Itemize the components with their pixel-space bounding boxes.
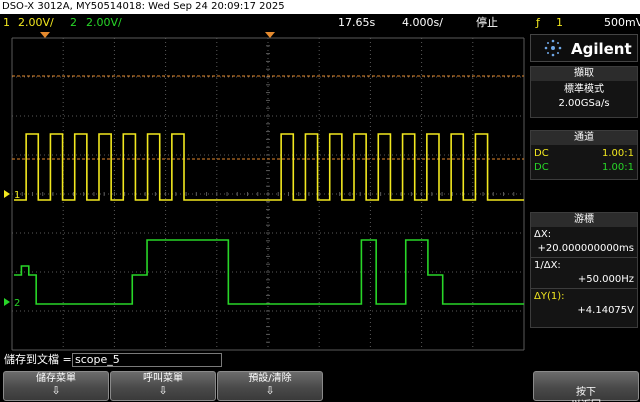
brand-logo: Agilent	[530, 34, 638, 62]
down-arrow-icon: ⇩	[51, 384, 61, 397]
save-filename-field[interactable]: scope_5	[72, 353, 222, 367]
sample-rate: 2.00GSa/s	[558, 98, 610, 109]
waveform-display[interactable]: 12	[0, 32, 528, 352]
horizontal-delay[interactable]: 17.65s	[338, 14, 375, 32]
agilent-spark-icon	[544, 39, 562, 57]
back-button[interactable]: 按下 以返回	[533, 371, 639, 402]
save-menu-label: 儲存菜單	[36, 373, 76, 384]
recall-menu-button[interactable]: 呼叫菜單 ⇩	[110, 371, 216, 401]
timebase-scale[interactable]: 4.000s/	[402, 14, 443, 32]
save-to-file-label: 儲存到文檔 =	[4, 353, 72, 366]
acquire-header: 擷取	[531, 67, 637, 81]
trigger-edge-icon: ƒ	[536, 16, 540, 29]
ch1-waveform	[14, 133, 524, 201]
inv-dx-value: +50.000Hz	[577, 274, 634, 285]
ch2-probe: 1.00:1	[602, 162, 634, 173]
ch1-trace	[14, 133, 524, 201]
acquire-panel[interactable]: 擷取 標準模式 2.00GSa/s	[530, 66, 638, 118]
channels-header: 通道	[531, 131, 637, 145]
dx-label: ΔX:	[534, 229, 552, 240]
side-panel: Agilent 擷取 標準模式 2.00GSa/s 通道 DC 1.00:1 D…	[528, 32, 640, 352]
status-bar: 1 2.00V/ 2 2.00V/ 17.65s 4.000s/ 停止 ƒ 1 …	[0, 14, 640, 32]
ch1-label[interactable]: 1	[3, 14, 10, 32]
waveform-graticule: 12	[4, 32, 525, 351]
default-erase-label: 預設/清除	[248, 373, 292, 384]
down-arrow-icon: ⇩	[158, 384, 168, 397]
ch1-ground-marker	[4, 190, 10, 198]
ch2-coupling: DC	[534, 162, 549, 173]
cursors-panel[interactable]: 游標 ΔX: +20.000000000ms 1/ΔX: +50.000Hz Δ…	[530, 212, 638, 328]
channel-row-2: DC 1.00:1	[531, 161, 637, 175]
cursor-lines	[12, 32, 524, 160]
ch2-ground-marker	[4, 298, 10, 306]
ch2-marker-label: 2	[14, 298, 20, 309]
trigger-position-marker	[265, 32, 275, 38]
down-arrow-icon: ⇩	[265, 384, 275, 397]
ch1-scale[interactable]: 2.00V/	[18, 14, 54, 32]
inv-dx-label: 1/ΔX:	[534, 260, 561, 271]
channel-row-1: DC 1.00:1	[531, 147, 637, 161]
ch2-label[interactable]: 2	[70, 14, 77, 32]
save-filename-bar: 儲存到文檔 = scope_5	[0, 352, 640, 368]
cursors-header: 游標	[531, 213, 637, 227]
trigger-source[interactable]: 1	[556, 14, 563, 32]
ch1-marker-label: 1	[14, 190, 20, 201]
ch2-scale[interactable]: 2.00V/	[86, 14, 122, 32]
save-menu-button[interactable]: 儲存菜單 ⇩	[3, 371, 109, 401]
cursor-x-marker	[40, 32, 50, 38]
dy-value: +4.14075V	[577, 305, 634, 316]
brand-name: Agilent	[571, 40, 632, 58]
window-title: DSO-X 3012A, MY50514018: Wed Sep 24 20:0…	[2, 1, 285, 12]
ch1-probe: 1.00:1	[602, 148, 634, 159]
default-erase-button[interactable]: 預設/清除 ⇩	[217, 371, 323, 401]
recall-menu-label: 呼叫菜單	[143, 373, 183, 384]
trigger-level[interactable]: 500mV	[604, 14, 640, 32]
run-state[interactable]: 停止	[476, 14, 498, 32]
acquire-mode: 標準模式	[564, 84, 604, 95]
dx-value: +20.000000000ms	[537, 243, 635, 254]
channels-panel[interactable]: 通道 DC 1.00:1 DC 1.00:1	[530, 130, 638, 180]
softkey-bar: 儲存菜單 ⇩ 呼叫菜單 ⇩ 預設/清除 ⇩ 按下 以返回	[0, 368, 640, 402]
window-title-bar: DSO-X 3012A, MY50514018: Wed Sep 24 20:0…	[0, 0, 640, 14]
ch1-coupling: DC	[534, 148, 549, 159]
dy-label: ΔY(1):	[534, 291, 565, 302]
back-label: 按下 以返回	[571, 387, 601, 402]
